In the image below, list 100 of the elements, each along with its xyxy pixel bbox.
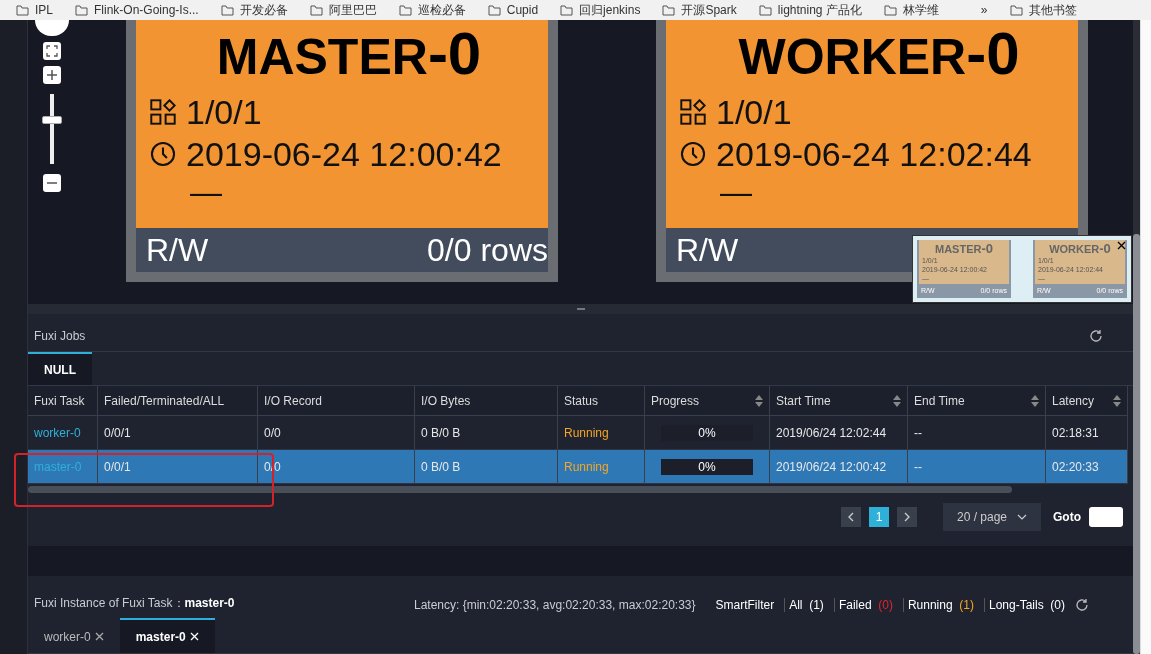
bookmark[interactable]: Flink-On-Going-Is... bbox=[94, 3, 199, 17]
folder-icon bbox=[1009, 4, 1023, 16]
node-dash: — bbox=[719, 175, 753, 209]
table-cell: -- bbox=[908, 450, 1046, 484]
bookmark[interactable]: 开源Spark bbox=[681, 1, 737, 19]
zoom-in-button[interactable] bbox=[43, 66, 61, 84]
filter-link[interactable]: All (1) bbox=[784, 598, 828, 612]
close-icon[interactable] bbox=[94, 632, 104, 641]
table-cell: 2019/06/24 12:00:42 bbox=[770, 450, 908, 484]
bookmark[interactable]: IPL bbox=[35, 3, 53, 17]
bookmark[interactable]: 开发必备 bbox=[239, 1, 288, 19]
table-cell: -- bbox=[908, 416, 1046, 450]
fullscreen-icon bbox=[46, 45, 58, 57]
filter-count: (0) bbox=[1050, 598, 1065, 612]
more-bookmarks[interactable]: » bbox=[980, 3, 988, 17]
rw-label: R/W bbox=[146, 231, 209, 269]
table-cell: 0/0/1 bbox=[98, 416, 258, 450]
instance-count: 1/0/1 bbox=[716, 92, 792, 133]
next-page-button[interactable] bbox=[897, 507, 917, 527]
compass-knob[interactable] bbox=[35, 20, 69, 36]
close-icon[interactable] bbox=[1117, 241, 1126, 250]
start-time: 2019-06-24 12:02:44 bbox=[716, 134, 1032, 175]
page-size-select[interactable]: 20 / page bbox=[943, 503, 1041, 531]
rows-count: 0/0 rows bbox=[427, 231, 548, 269]
goto-field[interactable] bbox=[1089, 507, 1123, 527]
smart-filter-label: SmartFilter bbox=[714, 598, 776, 612]
table-cell: 0 B/0 B bbox=[415, 450, 558, 484]
instance-title: Fuxi Instance of Fuxi Task：master-0 bbox=[34, 595, 235, 612]
column-header: Latency bbox=[1046, 386, 1128, 416]
folder-icon bbox=[220, 4, 234, 16]
bookmark[interactable]: 阿里巴巴 bbox=[328, 1, 377, 19]
table-cell: 02:18:31 bbox=[1046, 416, 1128, 450]
goto-label: Goto bbox=[1053, 510, 1081, 524]
sort-icon[interactable] bbox=[1031, 394, 1039, 407]
column-header: Status bbox=[558, 386, 645, 416]
column-header: I/O Record bbox=[258, 386, 415, 416]
folder-icon bbox=[309, 4, 323, 16]
latency-summary: Latency: {min:02:20:33, avg:02:20:33, max:02:20:33} bbox=[413, 598, 696, 612]
filter-link[interactable]: Long-Tails (0) bbox=[983, 598, 1069, 612]
clock-icon bbox=[150, 141, 176, 167]
zoom-out-button[interactable] bbox=[43, 174, 61, 192]
prev-page-button[interactable] bbox=[841, 507, 861, 527]
progress-text: 0% bbox=[698, 425, 716, 440]
task-link[interactable]: worker-0 bbox=[28, 416, 98, 450]
column-header: Fuxi Task bbox=[28, 386, 98, 416]
bookmark[interactable]: 林学维 bbox=[902, 1, 939, 19]
sort-icon[interactable] bbox=[755, 394, 763, 407]
chevron-down-icon bbox=[1017, 514, 1027, 520]
plus-icon bbox=[46, 69, 58, 81]
slider-thumb[interactable] bbox=[42, 115, 62, 124]
folder-icon bbox=[398, 4, 412, 16]
refresh-icon[interactable] bbox=[1075, 598, 1089, 612]
clock-icon bbox=[680, 141, 706, 167]
filter-count: (1) bbox=[809, 598, 824, 612]
instance-count: 1/0/1 bbox=[186, 92, 262, 133]
table-cell: 0/0 bbox=[258, 416, 415, 450]
tab[interactable]: NULL bbox=[28, 352, 92, 385]
folder-icon bbox=[662, 4, 676, 16]
column-header: Failed/Terminated/ALL bbox=[98, 386, 258, 416]
bookmark[interactable]: lightning 产品化 bbox=[777, 1, 862, 19]
chevron-right-icon bbox=[903, 512, 911, 522]
sort-icon[interactable] bbox=[893, 394, 901, 407]
bookmark[interactable]: 回归jenkins bbox=[579, 1, 641, 19]
rw-label: R/W bbox=[676, 231, 739, 269]
bookmark[interactable]: Cupid bbox=[506, 3, 539, 17]
folder-icon bbox=[560, 4, 574, 16]
column-header: I/O Bytes bbox=[415, 386, 558, 416]
scrollbar[interactable] bbox=[1133, 20, 1140, 654]
column-header: Progress bbox=[645, 386, 770, 416]
node-title: MASTER-0 bbox=[215, 20, 483, 89]
status-cell: Running bbox=[558, 416, 645, 450]
node-title: MASTER-0 bbox=[934, 242, 994, 256]
refresh-icon[interactable] bbox=[1089, 328, 1103, 343]
fit-button[interactable] bbox=[43, 42, 61, 60]
folder-icon bbox=[758, 4, 772, 16]
status-cell: Running bbox=[558, 450, 645, 484]
tab[interactable]: worker-0 bbox=[28, 618, 120, 653]
chevron-left-icon bbox=[847, 512, 855, 522]
folder-icon bbox=[16, 4, 29, 16]
column-header: Start Time bbox=[770, 386, 908, 416]
table-cell: 0/0/1 bbox=[98, 450, 258, 484]
bookmark[interactable]: 巡检必备 bbox=[417, 1, 466, 19]
folder-icon bbox=[487, 4, 501, 16]
bookmark[interactable]: 其他书签 bbox=[1028, 1, 1077, 19]
panel-title: Fuxi Jobs bbox=[34, 328, 86, 343]
shapes-icon bbox=[680, 99, 706, 125]
sort-icon[interactable] bbox=[1113, 394, 1121, 407]
shapes-icon bbox=[150, 99, 176, 125]
filter-link[interactable]: Running (1) bbox=[902, 598, 978, 612]
node-title: WORKER-0 bbox=[737, 20, 1021, 89]
tab[interactable]: master-0 bbox=[119, 618, 215, 653]
table-cell: 02:20:33 bbox=[1046, 450, 1128, 484]
table-cell: 0 B/0 B bbox=[415, 416, 558, 450]
progress-text: 0% bbox=[698, 459, 716, 474]
filter-count: (0) bbox=[878, 598, 893, 612]
start-time: 2019-06-24 12:00:42 bbox=[186, 134, 502, 175]
column-header: End Time bbox=[908, 386, 1046, 416]
node-card[interactable]: MASTER-0 1/0/1 2019-06-24 12:00:42 — R/W 0/0 rows bbox=[126, 20, 558, 282]
scrollbar[interactable] bbox=[28, 485, 1012, 493]
filter-link[interactable]: Failed (0) bbox=[833, 598, 897, 612]
